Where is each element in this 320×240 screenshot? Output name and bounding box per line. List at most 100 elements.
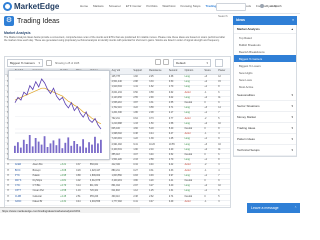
cell-price: 0.44 — [76, 200, 81, 203]
volume-bar — [64, 142, 67, 153]
volume-bar — [25, 144, 28, 153]
nav-item-portfolio[interactable]: Portfolio — [146, 4, 157, 8]
column-header[interactable]: Avg Vol — [110, 68, 132, 74]
sidebar-group-pattern-ideas[interactable]: Pattern Ideas ▾ — [234, 134, 296, 145]
sidebar-item-bullish-breakouts[interactable]: Bullish Breakouts — [234, 41, 296, 48]
column-header[interactable]: Score — [202, 68, 216, 74]
column-header[interactable]: Resistance — [147, 68, 167, 74]
sidebar-item-biggest-gainers[interactable]: Biggest % Gainers — [234, 55, 296, 62]
chevron-down-icon: ▾ — [291, 104, 293, 108]
top-bar: MarketEdge Home Markets Screener ETF Center… — [0, 0, 300, 19]
volume-bar — [61, 148, 64, 153]
sidebar-item-biggest-losers[interactable]: Biggest % Losers — [234, 62, 296, 69]
ideas-icon: ⚙ — [4, 16, 14, 26]
result-count: Showing 1-25 of 1025 — [55, 61, 80, 65]
chevron-down-icon: ▾ — [291, 137, 293, 141]
sidebar-section-market-analysis[interactable]: Market Analysis ▴ — [234, 25, 296, 34]
chevron-down-icon: ▾ — [291, 93, 293, 97]
export-icon[interactable] — [215, 59, 223, 67]
volume-bar — [94, 136, 96, 153]
cell-chg: +2.31 — [60, 200, 67, 203]
nav-item-etf-center[interactable]: ETF Center — [126, 4, 142, 8]
filter-select-value: Default — [176, 61, 186, 65]
volume-bar — [85, 147, 87, 153]
volume-bar — [40, 144, 43, 153]
filter-select[interactable]: Default ▾ — [173, 59, 211, 67]
sidebar-items: Top Rated Bullish Breakouts Bearish Breakd… — [234, 34, 296, 90]
volume-bar — [79, 146, 82, 153]
account-name: Ryan Smith — [266, 4, 282, 8]
sidebar-group-label: Pattern Ideas — [237, 137, 255, 141]
cell-vol: 2,004,556 — [89, 200, 101, 203]
nav-item-markets[interactable]: Markets — [93, 4, 104, 8]
sidebar-item-top-rated[interactable]: Top Rated — [234, 34, 296, 41]
sidebar-group-trading-ideas[interactable]: Trading Ideas ▾ — [234, 123, 296, 134]
sidebar-group-label: Seasonalities — [237, 93, 255, 97]
menu-icon[interactable]: ≡ — [292, 16, 294, 25]
chevron-down-icon: ▾ — [291, 115, 293, 119]
volume-bar — [52, 140, 55, 153]
cell-avg: 1,777,002 — [111, 200, 122, 203]
volume-bar — [19, 147, 22, 153]
main-nav: Home Markets Screener ETF Center Portfolio Wa… — [80, 4, 277, 8]
chevron-up-icon: ▴ — [291, 27, 293, 31]
view-buttons — [155, 59, 169, 65]
sidebar-group-label: Sector Situations — [237, 104, 260, 108]
sidebar-group-seasonalities[interactable]: Seasonalities ▾ — [234, 90, 296, 101]
row-checkbox[interactable]: ☐ — [5, 200, 13, 205]
sidebar-group-label: Money Market — [237, 115, 257, 119]
table-row[interactable]: ☐ NAKD Naked Br +2.31 0.44 2,004,556 1,777,002… — [5, 200, 230, 206]
nav-item-knowing-stops[interactable]: Knowing Stops — [180, 4, 200, 8]
sidebar-group-label: Technical Setups — [237, 148, 260, 152]
sidebar-title: Ideas — [236, 18, 245, 22]
nav-item-watchlist[interactable]: WatchList — [162, 4, 175, 8]
volume-bar — [31, 146, 34, 153]
cell-sym[interactable]: NAKD — [13, 200, 31, 205]
sidebar-item-most-active[interactable]: Most Active — [234, 83, 296, 90]
column-header[interactable]: Support — [131, 68, 147, 74]
sidebar-group-money-market[interactable]: Money Market ▾ — [234, 112, 296, 123]
volume-bar — [67, 137, 70, 153]
volume-bar — [70, 145, 73, 153]
sidebar-item-new-lows[interactable]: New Lows — [234, 76, 296, 83]
scan-select-value: Biggest % Gainers — [10, 61, 35, 65]
filter-area: Default ▾ — [173, 59, 211, 67]
scan-toolbar: Biggest % Gainers ▾ Showing 1-25 of 1025 — [7, 59, 79, 67]
volume-bar — [14, 145, 16, 153]
volume-bar — [91, 144, 93, 153]
column-header[interactable]: Opinion — [183, 68, 203, 74]
nav-item-screener[interactable]: Screener — [109, 4, 121, 8]
refresh-icon[interactable] — [46, 60, 52, 66]
grid-view-icon[interactable] — [155, 59, 161, 65]
volume-bar — [43, 136, 46, 153]
sidebar-group-sector-situations[interactable]: Sector Situations ▾ — [234, 101, 296, 112]
sidebar-item-bearish-breakdowns[interactable]: Bearish Breakdowns — [234, 48, 296, 55]
volume-bar — [49, 143, 52, 153]
volume-bar — [37, 141, 40, 153]
search-box[interactable] — [216, 3, 246, 19]
cell-sec: 0.49 — [168, 200, 174, 203]
leave-message-button[interactable]: Leave a message ⌃ — [247, 203, 300, 213]
account-menu[interactable]: Ryan Smith — [260, 4, 282, 8]
nav-item-home[interactable]: Home — [80, 4, 88, 8]
page-title: Trading Ideas — [17, 17, 60, 25]
price-chart — [14, 78, 102, 153]
brand-name: MarketEdge — [14, 2, 60, 11]
volume-bar — [16, 142, 19, 153]
chevron-down-icon: ▾ — [38, 61, 40, 65]
sidebar-panel: Market Analysis ▴ Top Rated Bullish Break… — [233, 25, 297, 157]
list-view-icon[interactable] — [163, 59, 169, 65]
brand-logo[interactable]: MarketEdge — [3, 2, 59, 11]
chevron-down-icon: ▾ — [206, 61, 208, 65]
brand-logo-icon — [3, 2, 12, 11]
page-header: ⚙ Trading Ideas — [4, 16, 60, 26]
sidebar-item-new-highs[interactable]: New Highs — [234, 69, 296, 76]
volume-bar — [88, 142, 90, 153]
sidebar-section-label: Market Analysis — [237, 27, 260, 31]
cell-res: 0.47 — [149, 200, 154, 203]
column-header[interactable]: Second — [167, 68, 183, 74]
volume-bar — [55, 145, 58, 153]
column-header[interactable]: Power — [216, 68, 230, 74]
sidebar-group-technical-setups[interactable]: Technical Setups ▾ — [234, 145, 296, 156]
scan-select[interactable]: Biggest % Gainers ▾ — [7, 59, 43, 67]
